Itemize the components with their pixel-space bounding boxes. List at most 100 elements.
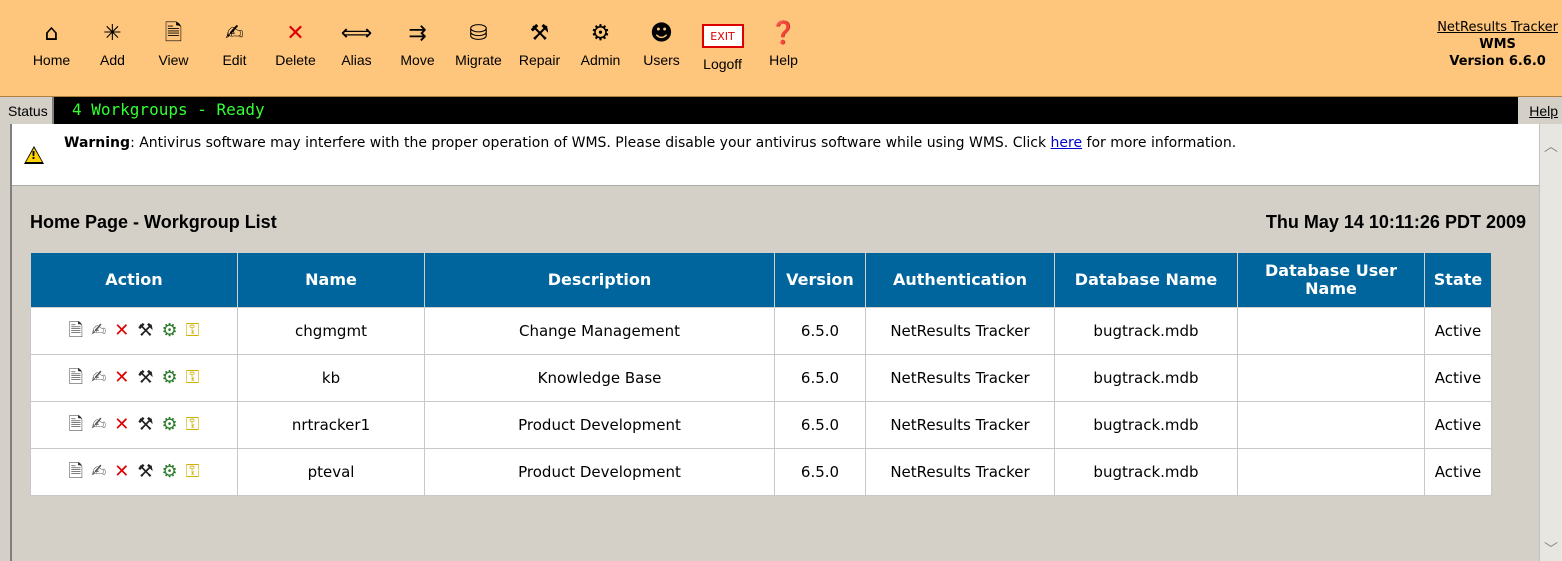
toolbar-move-button[interactable]: ⇉ Move (390, 18, 445, 72)
home-icon: ⌂ (44, 21, 59, 46)
toolbar-label: Edit (222, 52, 247, 68)
scrollbar[interactable]: ︿ ﹀ (1539, 124, 1562, 561)
cell-name: chgmgmt (237, 307, 425, 355)
cell-name: kb (237, 354, 425, 402)
page-date: Thu May 14 10:11:26 PDT 2009 (1265, 212, 1526, 232)
cell-state: Active (1424, 448, 1492, 496)
col-version: Version (774, 252, 866, 308)
edit-icon[interactable]: ✍ (91, 322, 106, 340)
warning-prefix: Warning (64, 135, 131, 151)
toolbar-migrate-button[interactable]: ⛁ Migrate (451, 18, 506, 72)
toolbar-help-button[interactable]: ❓ Help (756, 18, 811, 72)
toolbar-logoff-button[interactable]: EXIT Logoff (695, 18, 750, 72)
table-row: 🗎 ✍ ✕ ⚒ ⚙ ⚿ pteval Product Development 6.5.0 NetR… (30, 448, 1492, 496)
cell-authentication: NetResults Tracker (865, 401, 1055, 449)
col-state: State (1424, 252, 1492, 308)
repair-icon[interactable]: ⚒ (137, 463, 153, 481)
move-icon: ⇉ (408, 21, 427, 46)
toolbar-admin-button[interactable]: ⚙ Admin (573, 18, 628, 72)
table-row: 🗎 ✍ ✕ ⚒ ⚙ ⚿ chgmgmt Change Management 6.5.0 NetRe… (30, 307, 1492, 355)
delete-icon[interactable]: ✕ (114, 322, 129, 340)
view-icon[interactable]: 🗎 (69, 463, 83, 481)
scroll-down-icon[interactable]: ﹀ (1543, 539, 1559, 558)
toolbar-label: Alias (341, 52, 372, 68)
status-text: 4 Workgroups - Ready (72, 100, 265, 119)
key-icon[interactable]: ⚿ (186, 322, 200, 340)
edit-icon[interactable]: ✍ (91, 416, 106, 434)
toolbar-label: Move (400, 52, 435, 68)
toolbar-edit-button[interactable]: ✍ Edit (207, 18, 262, 72)
toolbar-label: View (158, 52, 189, 68)
toolbar-label: Migrate (455, 52, 502, 68)
cell-db-user (1237, 401, 1425, 449)
delete-icon[interactable]: ✕ (114, 416, 129, 434)
help-link[interactable]: Help (1529, 103, 1558, 119)
cell-name: pteval (237, 448, 425, 496)
cell-description: Knowledge Base (424, 354, 775, 402)
warning-icon-mark: ! (31, 149, 37, 162)
scroll-up-icon[interactable]: ︿ (1543, 136, 1559, 155)
cell-authentication: NetResults Tracker (865, 448, 1055, 496)
repair-icon[interactable]: ⚒ (137, 416, 153, 434)
cell-database: bugtrack.mdb (1054, 354, 1238, 402)
key-icon[interactable]: ⚿ (186, 369, 200, 387)
view-icon[interactable]: 🗎 (69, 322, 83, 340)
product-link[interactable]: NetResults Tracker (1437, 20, 1558, 35)
admin-icon[interactable]: ⚙ (161, 463, 177, 481)
view-icon[interactable]: 🗎 (69, 369, 83, 387)
page-title: Home Page - Workgroup List (30, 212, 277, 232)
toolbar-users-button[interactable]: ☻ Users (634, 18, 689, 72)
cell-state: Active (1424, 354, 1492, 402)
edit-icon[interactable]: ✍ (91, 463, 106, 481)
row-actions: 🗎 ✍ ✕ ⚒ ⚙ ⚿ (30, 448, 238, 496)
toolbar-label: Help (769, 52, 798, 68)
admin-icon[interactable]: ⚙ (161, 369, 177, 387)
toolbar-label: Home (32, 52, 71, 68)
warning-link[interactable]: here (1051, 135, 1083, 151)
cell-db-user (1237, 307, 1425, 355)
edit-icon: ✍ (225, 21, 244, 46)
admin-icon: ⚙ (590, 21, 611, 46)
delete-icon[interactable]: ✕ (114, 369, 129, 387)
admin-icon[interactable]: ⚙ (161, 416, 177, 434)
toolbar-label: Delete (275, 52, 316, 68)
content-frame: ! Warning: Antivirus software may interf… (10, 124, 1562, 561)
cell-version: 6.5.0 (774, 401, 866, 449)
toolbar-repair-button[interactable]: ⚒ Repair (512, 18, 567, 72)
delete-icon[interactable]: ✕ (114, 463, 129, 481)
toolbar-label: Repair (518, 52, 561, 68)
toolbar-delete-button[interactable]: ✕ Delete (268, 18, 323, 72)
cell-database: bugtrack.mdb (1054, 448, 1238, 496)
warning-suffix: for more information. (1082, 135, 1237, 151)
row-actions: 🗎 ✍ ✕ ⚒ ⚙ ⚿ (30, 307, 238, 355)
key-icon[interactable]: ⚿ (186, 416, 200, 434)
view-icon[interactable]: 🗎 (69, 416, 83, 434)
admin-icon[interactable]: ⚙ (161, 322, 177, 340)
cell-version: 6.5.0 (774, 307, 866, 355)
table-row: 🗎 ✍ ✕ ⚒ ⚙ ⚿ kb Knowledge Base 6.5.0 NetResults Tr… (30, 354, 1492, 402)
cell-name: nrtracker1 (237, 401, 425, 449)
view-icon: 🗎 (164, 21, 183, 46)
toolbar-home-button[interactable]: ⌂ Home (24, 18, 79, 72)
warning-body: : Antivirus software may interfere with … (130, 135, 1051, 151)
warning-banner: ! Warning: Antivirus software may interf… (12, 124, 1542, 186)
toolbar-alias-button[interactable]: ⟺ Alias (329, 18, 384, 72)
cell-state: Active (1424, 401, 1492, 449)
edit-icon[interactable]: ✍ (91, 369, 106, 387)
toolbar-label: Users (643, 52, 680, 68)
repair-icon[interactable]: ⚒ (137, 369, 153, 387)
cell-description: Change Management (424, 307, 775, 355)
row-actions: 🗎 ✍ ✕ ⚒ ⚙ ⚿ (30, 401, 238, 449)
cell-version: 6.5.0 (774, 354, 866, 402)
toolbar-add-button[interactable]: ✳ Add (85, 18, 140, 72)
cell-authentication: NetResults Tracker (865, 307, 1055, 355)
users-icon: ☻ (650, 21, 673, 46)
col-name: Name (237, 252, 425, 308)
app-name: WMS (1479, 37, 1516, 52)
repair-icon[interactable]: ⚒ (137, 322, 153, 340)
toolbar-view-button[interactable]: 🗎 View (146, 18, 201, 72)
key-icon[interactable]: ⚿ (186, 463, 200, 481)
exit-icon: EXIT (701, 24, 744, 48)
cell-authentication: NetResults Tracker (865, 354, 1055, 402)
row-actions: 🗎 ✍ ✕ ⚒ ⚙ ⚿ (30, 354, 238, 402)
